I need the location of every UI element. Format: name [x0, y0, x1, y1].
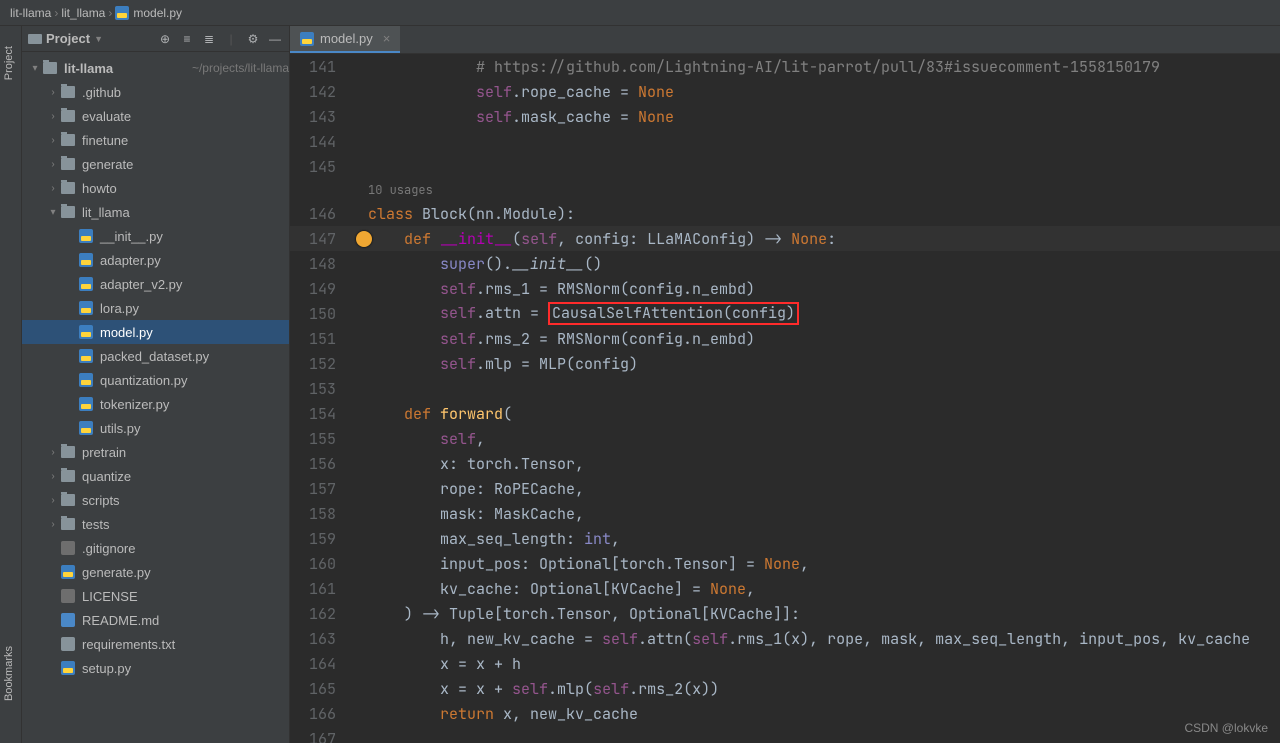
code-line[interactable]: 165 x = x + self.mlp(self.rms_2(x)) [290, 676, 1280, 701]
tree-file[interactable]: quantization.py [22, 368, 289, 392]
close-icon[interactable]: × [383, 31, 391, 46]
usages-hint[interactable]: 10 usages [290, 179, 1280, 201]
code-line[interactable]: 144 [290, 129, 1280, 154]
code-line[interactable]: 159 max_seq_length: int, [290, 526, 1280, 551]
left-tool-strip: Project Bookmarks [0, 26, 22, 743]
code-line[interactable]: 163 h, new_kv_cache = self.attn(self.rms… [290, 626, 1280, 651]
code-line[interactable]: 147 def __init__(self, config: LLaMAConf… [290, 226, 1280, 251]
tree-file[interactable]: adapter.py [22, 248, 289, 272]
chevron-right-icon: › [54, 6, 58, 20]
tree-folder[interactable]: ›howto [22, 176, 289, 200]
tree-file[interactable]: packed_dataset.py [22, 344, 289, 368]
breadcrumb: lit-llama › lit_llama › model.py [0, 0, 1280, 26]
tree-file[interactable]: LICENSE [22, 584, 289, 608]
code-line[interactable]: 150 self.attn = CausalSelfAttention(conf… [290, 301, 1280, 326]
tree-folder[interactable]: ›scripts [22, 488, 289, 512]
intention-bulb-icon[interactable] [356, 231, 372, 247]
tab-label: model.py [320, 31, 373, 46]
code-line[interactable]: 141 # https://github.com/Lightning-AI/li… [290, 54, 1280, 79]
code-line[interactable]: 148 super().__init__() [290, 251, 1280, 276]
project-tree[interactable]: ▾lit-llama~/projects/lit-llama›.github›e… [22, 52, 289, 743]
breadcrumb-item[interactable]: lit_llama [61, 6, 105, 20]
tree-root[interactable]: ▾lit-llama~/projects/lit-llama [22, 56, 289, 80]
code-line[interactable]: 160 input_pos: Optional[torch.Tensor] = … [290, 551, 1280, 576]
tree-file[interactable]: .gitignore [22, 536, 289, 560]
tree-file[interactable]: __init__.py [22, 224, 289, 248]
tree-folder[interactable]: ›.github [22, 80, 289, 104]
tool-window-bookmarks[interactable]: Bookmarks [3, 646, 15, 701]
code-line[interactable]: 158 mask: MaskCache, [290, 501, 1280, 526]
code-line[interactable]: 146class Block(nn.Module): [290, 201, 1280, 226]
tree-file[interactable]: tokenizer.py [22, 392, 289, 416]
python-file-icon [300, 32, 314, 46]
code-line[interactable]: 157 rope: RoPECache, [290, 476, 1280, 501]
tree-folder[interactable]: ›generate [22, 152, 289, 176]
code-line[interactable]: 143 self.mask_cache = None [290, 104, 1280, 129]
code-line[interactable]: 166 return x, new_kv_cache [290, 701, 1280, 726]
code-line[interactable]: 155 self, [290, 426, 1280, 451]
code-line[interactable]: 164 x = x + h [290, 651, 1280, 676]
code-line[interactable]: 149 self.rms_1 = RMSNorm(config.n_embd) [290, 276, 1280, 301]
chevron-right-icon: › [108, 6, 112, 20]
locate-icon[interactable]: ⊕ [157, 31, 173, 47]
tree-folder[interactable]: ›evaluate [22, 104, 289, 128]
code-line[interactable]: 167 [290, 726, 1280, 743]
editor-area: model.py × 141 # https://github.com/Ligh… [290, 26, 1280, 743]
tree-file[interactable]: requirements.txt [22, 632, 289, 656]
watermark: CSDN @lokvke [1184, 721, 1268, 735]
tree-file[interactable]: utils.py [22, 416, 289, 440]
breadcrumb-item[interactable]: model.py [133, 6, 182, 20]
tree-folder[interactable]: ›finetune [22, 128, 289, 152]
code-line[interactable]: 145 [290, 154, 1280, 179]
code-line[interactable]: 142 self.rope_cache = None [290, 79, 1280, 104]
hide-icon[interactable]: — [267, 31, 283, 47]
project-panel-title[interactable]: Project ▼ [28, 31, 103, 46]
tree-folder[interactable]: ›quantize [22, 464, 289, 488]
editor-tabs: model.py × [290, 26, 1280, 54]
code-editor[interactable]: 141 # https://github.com/Lightning-AI/li… [290, 54, 1280, 743]
expand-all-icon[interactable]: ≡ [179, 31, 195, 47]
tree-folder[interactable]: ›pretrain [22, 440, 289, 464]
tree-file[interactable]: setup.py [22, 656, 289, 680]
collapse-all-icon[interactable]: ≣ [201, 31, 217, 47]
code-line[interactable]: 161 kv_cache: Optional[KVCache] = None, [290, 576, 1280, 601]
code-line[interactable]: 154 def forward( [290, 401, 1280, 426]
python-file-icon [115, 6, 129, 20]
breadcrumb-item[interactable]: lit-llama [10, 6, 51, 20]
divider: | [223, 31, 239, 47]
tool-window-project[interactable]: Project [3, 46, 15, 80]
tab-model-py[interactable]: model.py × [290, 26, 400, 53]
project-panel-header: Project ▼ ⊕ ≡ ≣ | ⚙ — [22, 26, 289, 52]
tree-file[interactable]: model.py [22, 320, 289, 344]
code-line[interactable]: 156 x: torch.Tensor, [290, 451, 1280, 476]
code-line[interactable]: 151 self.rms_2 = RMSNorm(config.n_embd) [290, 326, 1280, 351]
tree-file[interactable]: generate.py [22, 560, 289, 584]
tree-file[interactable]: lora.py [22, 296, 289, 320]
gear-icon[interactable]: ⚙ [245, 31, 261, 47]
project-panel: Project ▼ ⊕ ≡ ≣ | ⚙ — ▾lit-llama~/projec… [22, 26, 290, 743]
code-line[interactable]: 152 self.mlp = MLP(config) [290, 351, 1280, 376]
code-line[interactable]: 153 [290, 376, 1280, 401]
tree-file[interactable]: adapter_v2.py [22, 272, 289, 296]
tree-folder[interactable]: ▾lit_llama [22, 200, 289, 224]
code-line[interactable]: 162 ) -> Tuple[torch.Tensor, Optional[KV… [290, 601, 1280, 626]
tree-file[interactable]: README.md [22, 608, 289, 632]
tree-folder[interactable]: ›tests [22, 512, 289, 536]
